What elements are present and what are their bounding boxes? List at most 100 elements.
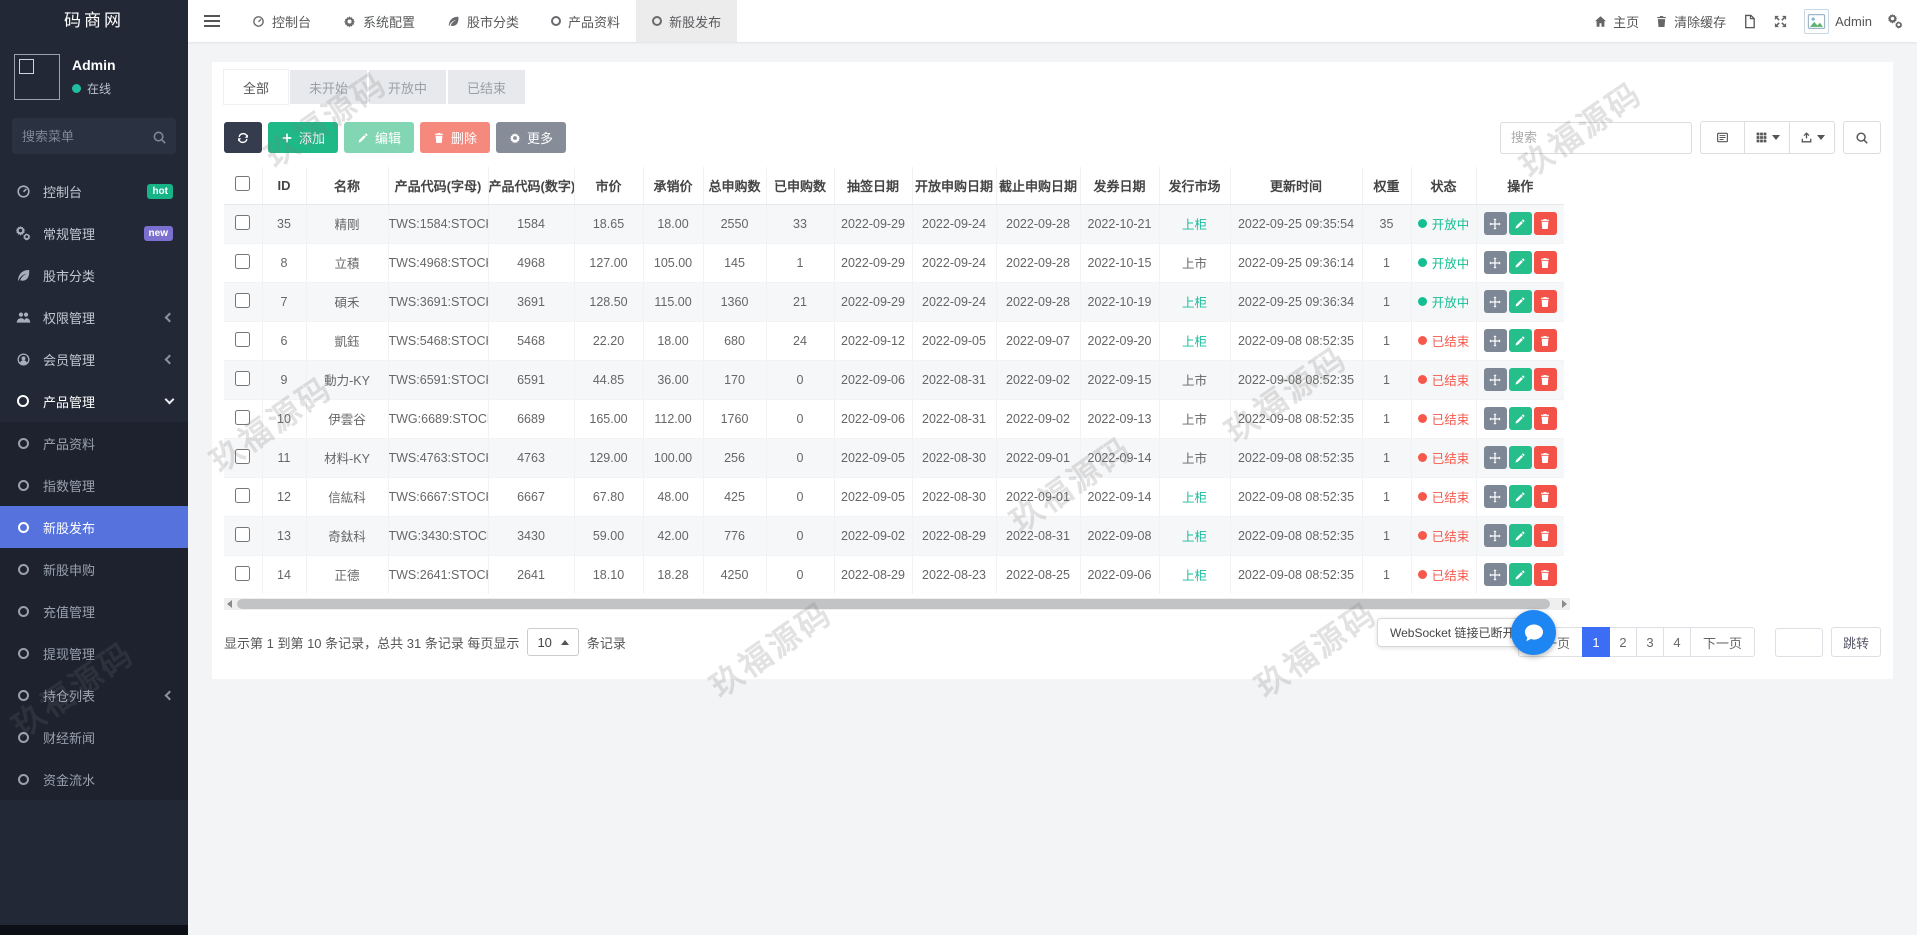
- sidebar-item-permissions[interactable]: 权限管理: [0, 296, 188, 338]
- row-checkbox[interactable]: [235, 214, 251, 230]
- edit-row-button[interactable]: [1508, 407, 1532, 430]
- pagination-page-3[interactable]: 3: [1635, 627, 1664, 657]
- horizontal-scrollbar[interactable]: [224, 598, 1570, 610]
- search-submit-button[interactable]: [1843, 121, 1881, 154]
- sidebar-subitem-withdrawal-management[interactable]: 提现管理: [0, 632, 188, 674]
- scrollbar-thumb[interactable]: [237, 599, 1550, 609]
- more-button[interactable]: 更多: [496, 122, 567, 153]
- row-checkbox[interactable]: [235, 253, 251, 269]
- move-row-button[interactable]: [1483, 368, 1507, 391]
- edit-row-button[interactable]: [1508, 212, 1532, 235]
- market-link[interactable]: 上柜: [1182, 296, 1207, 310]
- user-menu[interactable]: Admin: [1804, 8, 1872, 34]
- row-checkbox[interactable]: [235, 331, 251, 347]
- clear-cache-link[interactable]: 清除缓存: [1655, 12, 1726, 31]
- sidebar-subitem-new-stock-subscription[interactable]: 新股申购: [0, 548, 188, 590]
- sidebar-subitem-recharge-management[interactable]: 充值管理: [0, 590, 188, 632]
- delete-row-button[interactable]: [1533, 524, 1557, 547]
- nav-tab-product-info[interactable]: 产品资料: [535, 0, 636, 42]
- nav-tab-new-stock-release[interactable]: 新股发布: [636, 0, 738, 42]
- filter-tab-ended[interactable]: 已结束: [448, 70, 526, 104]
- delete-row-button[interactable]: [1533, 290, 1557, 313]
- delete-row-button[interactable]: [1533, 485, 1557, 508]
- market-link[interactable]: 上柜: [1182, 218, 1207, 232]
- move-row-button[interactable]: [1483, 251, 1507, 274]
- sidebar-subitem-new-stock-release[interactable]: 新股发布: [0, 506, 188, 548]
- row-checkbox[interactable]: [235, 565, 251, 581]
- row-checkbox[interactable]: [235, 370, 251, 386]
- select-all-checkbox[interactable]: [235, 176, 251, 192]
- sidebar-item-general-management[interactable]: 常规管理 new: [0, 212, 188, 254]
- sidebar-subitem-positions-list[interactable]: 持仓列表: [0, 674, 188, 716]
- market-link[interactable]: 上柜: [1182, 335, 1207, 349]
- detail-view-button[interactable]: [1700, 121, 1745, 154]
- pagination-next[interactable]: 下一页: [1689, 627, 1755, 657]
- jump-page-input[interactable]: [1774, 627, 1823, 657]
- delete-button[interactable]: 删除: [420, 122, 491, 153]
- delete-row-button[interactable]: [1533, 329, 1557, 352]
- delete-row-button[interactable]: [1533, 251, 1557, 274]
- scroll-left-icon[interactable]: [227, 600, 232, 608]
- delete-row-button[interactable]: [1533, 407, 1557, 430]
- move-row-button[interactable]: [1483, 407, 1507, 430]
- pagination-page-4[interactable]: 4: [1662, 627, 1691, 657]
- menu-toggle-button[interactable]: [188, 0, 236, 42]
- edit-row-button[interactable]: [1508, 251, 1532, 274]
- delete-row-button[interactable]: [1533, 212, 1557, 235]
- market-link[interactable]: 上柜: [1182, 491, 1207, 505]
- sidebar-item-products[interactable]: 产品管理: [0, 380, 188, 422]
- sidebar-subitem-finance-news[interactable]: 财经新闻: [0, 716, 188, 758]
- filter-tab-not-started[interactable]: 未开始: [290, 70, 368, 104]
- move-row-button[interactable]: [1483, 563, 1507, 587]
- row-checkbox[interactable]: [235, 292, 251, 308]
- jump-button[interactable]: 跳转: [1830, 627, 1881, 657]
- move-row-button[interactable]: [1483, 524, 1507, 547]
- market-link[interactable]: 上柜: [1182, 530, 1207, 544]
- edit-row-button[interactable]: [1508, 329, 1532, 352]
- table-search-input[interactable]: [1500, 121, 1692, 154]
- columns-button[interactable]: [1745, 121, 1790, 154]
- row-checkbox[interactable]: [235, 448, 251, 464]
- delete-row-button[interactable]: [1533, 446, 1557, 469]
- home-link[interactable]: 主页: [1594, 12, 1639, 31]
- edit-row-button[interactable]: [1508, 368, 1532, 391]
- edit-row-button[interactable]: [1508, 563, 1532, 587]
- move-row-button[interactable]: [1483, 290, 1507, 313]
- nav-tab-dashboard[interactable]: 控制台: [236, 0, 327, 42]
- edit-row-button[interactable]: [1508, 446, 1532, 469]
- row-checkbox[interactable]: [235, 487, 251, 503]
- sidebar-subitem-product-info[interactable]: 产品资料: [0, 422, 188, 464]
- edit-row-button[interactable]: [1508, 485, 1532, 508]
- row-checkbox[interactable]: [235, 526, 251, 542]
- chat-widget-button[interactable]: [1511, 610, 1556, 655]
- sidebar-item-members[interactable]: 会员管理: [0, 338, 188, 380]
- export-button[interactable]: [1790, 121, 1835, 154]
- move-row-button[interactable]: [1483, 329, 1507, 352]
- user-avatar[interactable]: [14, 54, 60, 100]
- fullscreen-button[interactable]: [1773, 14, 1788, 29]
- page-size-select[interactable]: 10: [527, 628, 579, 656]
- move-row-button[interactable]: [1483, 446, 1507, 469]
- delete-row-button[interactable]: [1533, 368, 1557, 391]
- add-button[interactable]: 添加: [268, 122, 339, 153]
- row-checkbox[interactable]: [235, 409, 251, 425]
- sidebar-subitem-index-management[interactable]: 指数管理: [0, 464, 188, 506]
- delete-row-button[interactable]: [1533, 563, 1557, 587]
- document-button[interactable]: [1742, 14, 1757, 29]
- move-row-button[interactable]: [1483, 212, 1507, 235]
- edit-button[interactable]: 编辑: [344, 122, 415, 153]
- sidebar-item-dashboard[interactable]: 控制台 hot: [0, 170, 188, 212]
- scroll-right-icon[interactable]: [1562, 600, 1567, 608]
- pagination-page-1[interactable]: 1: [1581, 627, 1610, 657]
- edit-row-button[interactable]: [1508, 290, 1532, 313]
- move-row-button[interactable]: [1483, 485, 1507, 508]
- sidebar-subitem-fund-flow[interactable]: 资金流水: [0, 758, 188, 800]
- nav-tab-system-config[interactable]: 系统配置: [327, 0, 431, 42]
- edit-row-button[interactable]: [1508, 524, 1532, 547]
- nav-tab-stock-category[interactable]: 股市分类: [431, 0, 535, 42]
- settings-button[interactable]: [1888, 14, 1903, 29]
- filter-tab-open[interactable]: 开放中: [369, 70, 447, 104]
- filter-tab-all[interactable]: 全部: [224, 70, 289, 104]
- refresh-button[interactable]: [224, 122, 262, 153]
- market-link[interactable]: 上柜: [1182, 569, 1207, 583]
